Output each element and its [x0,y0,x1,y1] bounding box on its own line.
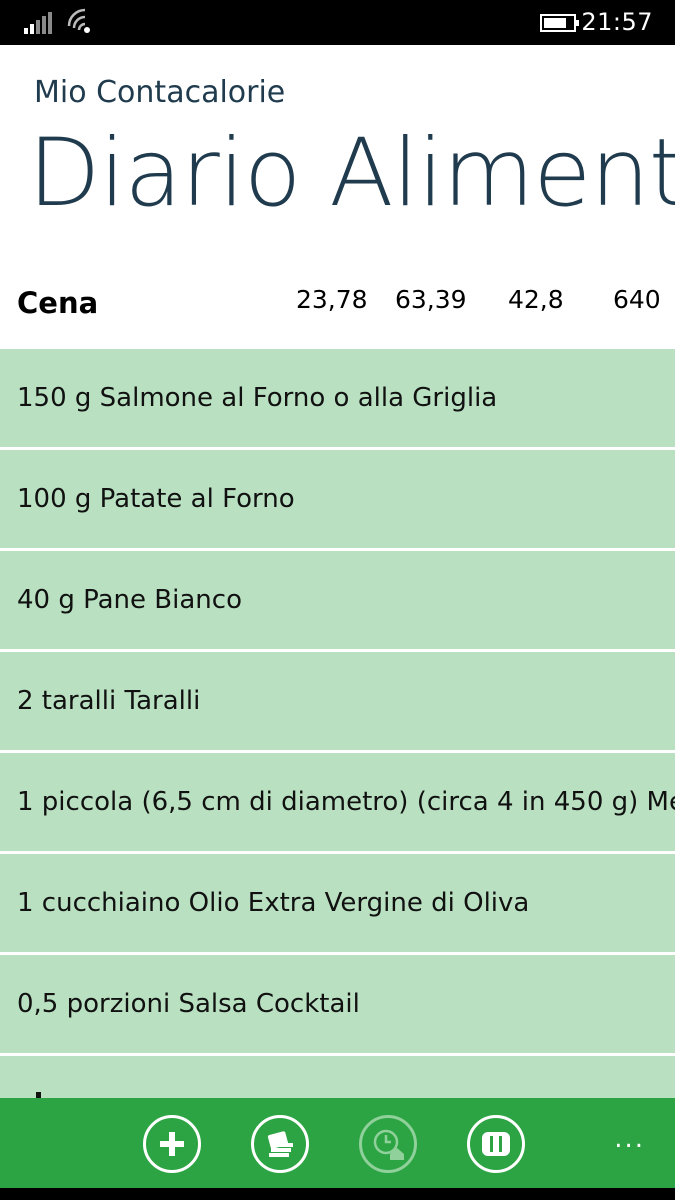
food-entry-partial[interactable] [0,1056,675,1098]
meal-section-header[interactable]: Cena 23,78 63,39 42,8 640 [0,263,675,349]
food-entry[interactable]: 100 g Patate al Forno [0,450,675,551]
columns-icon [482,1132,510,1156]
page-title: Diario Alimentare [28,119,675,228]
more-menu-button[interactable]: ... [614,1124,645,1154]
meal-stat-calories: 640 [613,285,661,314]
food-entry-label: 1 piccola (6,5 cm di diametro) (circa 4 … [17,787,675,817]
status-bar: 21:57 [0,0,675,45]
add-icon [160,1132,184,1156]
page: Mio Contacalorie Diario Alimentare Cena … [0,45,675,1098]
food-stack-icon [267,1131,293,1157]
clock-home-icon [373,1129,404,1160]
food-entry[interactable]: 2 taralli Taralli [0,652,675,753]
food-entry-label: 1 cucchiaino Olio Extra Vergine di Oliva [17,888,530,918]
food-entry[interactable]: 1 cucchiaino Olio Extra Vergine di Oliva [0,854,675,955]
food-entry-list: 150 g Salmone al Forno o alla Griglia 10… [0,349,675,1098]
food-entry[interactable]: 40 g Pane Bianco [0,551,675,652]
columns-view-button[interactable] [467,1115,525,1173]
food-entry[interactable]: 0,5 porzioni Salsa Cocktail [0,955,675,1056]
app-name: Mio Contacalorie [34,75,286,110]
wifi-icon [67,8,90,33]
bottom-strip [0,1188,675,1200]
food-entry-label: 0,5 porzioni Salsa Cocktail [17,989,360,1019]
food-entry-label: 100 g Patate al Forno [17,484,295,514]
meal-stat-protein: 23,78 [296,285,368,314]
food-list-button[interactable] [251,1115,309,1173]
add-food-button[interactable] [143,1115,201,1173]
meal-stat-fat: 42,8 [508,285,564,314]
signal-icon [24,12,52,34]
food-entry-label: 40 g Pane Bianco [17,585,242,615]
time-home-button[interactable] [359,1115,417,1173]
food-entry-label: 2 taralli Taralli [17,686,201,716]
app-bar: ... [0,1098,675,1188]
food-entry[interactable]: 150 g Salmone al Forno o alla Griglia [0,349,675,450]
battery-icon [540,14,579,32]
food-entry[interactable]: 1 piccola (6,5 cm di diametro) (circa 4 … [0,753,675,854]
meal-stat-carbs: 63,39 [395,285,467,314]
meal-name: Cena [17,286,99,320]
status-time: 21:57 [581,8,653,36]
food-entry-label: 150 g Salmone al Forno o alla Griglia [17,383,498,413]
